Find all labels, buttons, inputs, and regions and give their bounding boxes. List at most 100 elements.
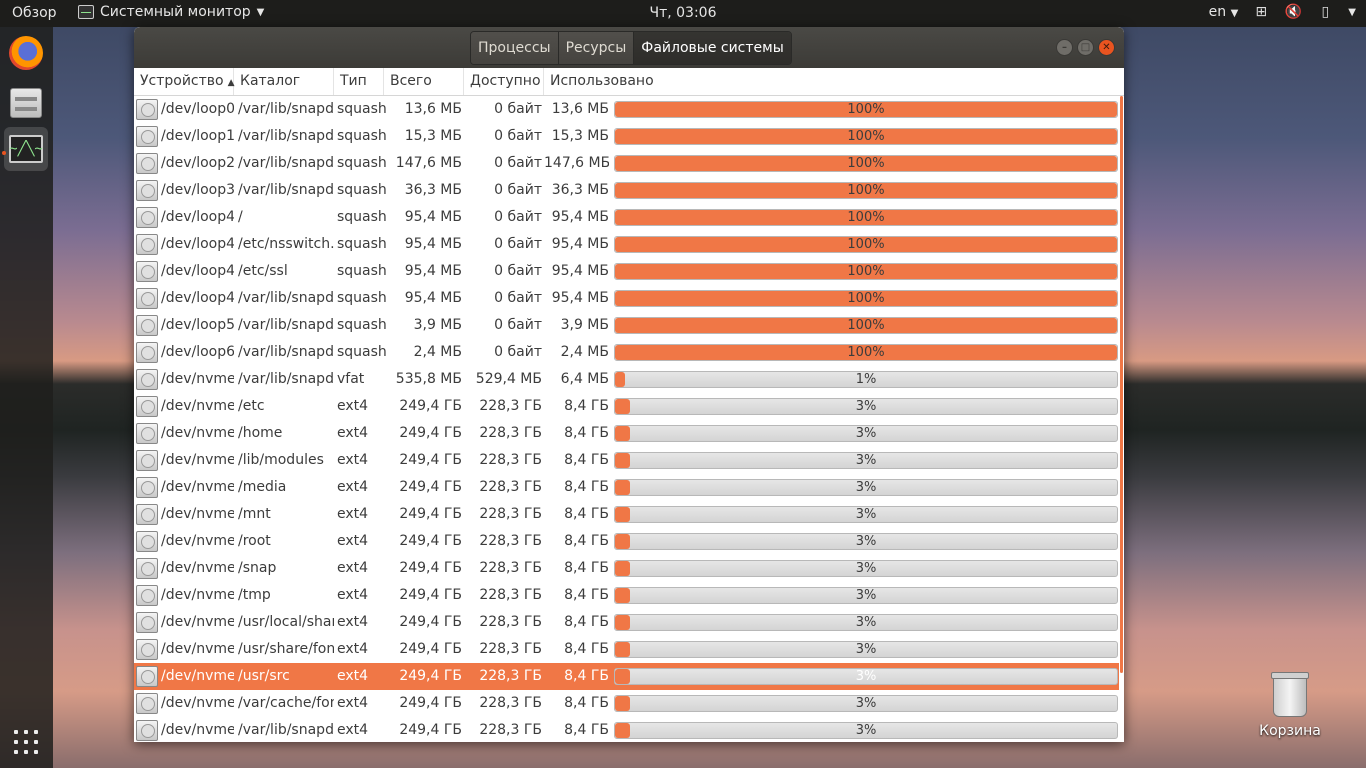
table-row[interactable]: /dev/nvme/mnt ext4 249,4 ГБ 228,3 ГБ 8,4 ГБ 3…	[134, 501, 1119, 528]
table-row[interactable]: /dev/loop4/ squashfs 95,4 МБ 0 байт 95,4 МБ 1…	[134, 204, 1119, 231]
close-button[interactable]: ✕	[1098, 39, 1115, 56]
table-row[interactable]: /dev/loop5/var/lib/snapdsquashfs 3,9 МБ 0 …	[134, 312, 1119, 339]
available-cell: 228,3 ГБ	[479, 533, 542, 549]
column-header-used[interactable]: Использовано	[544, 68, 1124, 95]
tab-resources[interactable]: Ресурсы	[558, 32, 635, 64]
table-row[interactable]: /dev/loop3/var/lib/snapdsquashfs 36,3 МБ 0…	[134, 177, 1119, 204]
drive-icon	[136, 693, 158, 715]
dock: ~╱╲~	[0, 27, 53, 768]
table-row[interactable]: /dev/nvme/usr/local/shareext4 249,4 ГБ 228…	[134, 609, 1119, 636]
tab-file-systems[interactable]: Файловые системы	[634, 32, 791, 64]
type-cell: ext4	[337, 614, 369, 630]
app-menu[interactable]: Системный монитор ▼	[78, 4, 264, 20]
table-row[interactable]: /dev/nvme/var/lib/snapd vfat 535,8 МБ 529,4…	[134, 366, 1119, 393]
table-row[interactable]: /dev/nvme/var/cache/fontconfigext4 249,4 …	[134, 690, 1119, 717]
mount-cell: /root	[238, 533, 271, 549]
dock-item-system-monitor[interactable]: ~╱╲~	[4, 127, 48, 171]
table-row[interactable]: /dev/nvme/usr/src ext4 249,4 ГБ 228,3 ГБ 8,4…	[134, 663, 1119, 690]
grid-dot	[14, 730, 18, 734]
title-bar[interactable]: Процессы Ресурсы Файловые системы – □ ✕	[134, 27, 1124, 68]
device-cell: /dev/loop6	[161, 344, 234, 360]
minimize-button[interactable]: –	[1056, 39, 1073, 56]
top-bar: Обзор Системный монитор ▼ Чт, 03:06 en ▼…	[0, 0, 1366, 27]
clock[interactable]: Чт, 03:06	[650, 5, 717, 21]
usage-percent: 100%	[847, 264, 885, 279]
mount-cell: /var/lib/snapd	[238, 182, 334, 198]
column-header-total[interactable]: Всего	[384, 68, 464, 95]
table-row[interactable]: /dev/loop1/var/lib/snapdsquashfs 15,3 МБ 0…	[134, 123, 1119, 150]
usage-bar-cell: 1%	[614, 371, 1118, 388]
desktop-trash[interactable]: Корзина	[1258, 672, 1322, 739]
usage-percent: 1%	[855, 372, 877, 387]
grid-dot	[24, 750, 28, 754]
device-cell: /dev/nvme	[161, 452, 234, 468]
table-row[interactable]: /dev/nvme/snap ext4 249,4 ГБ 228,3 ГБ 8,4 ГБ…	[134, 555, 1119, 582]
table-row[interactable]: /dev/loop6/var/lib/snapdsquashfs 2,4 МБ 0 …	[134, 339, 1119, 366]
usage-percent: 3%	[855, 669, 877, 684]
show-applications-button[interactable]	[14, 730, 38, 754]
used-cell: 8,4 ГБ	[564, 641, 609, 657]
monitor-glyph: ~╱╲~	[9, 141, 43, 157]
drive-icon	[136, 423, 158, 445]
table-row[interactable]: /dev/loop2/var/lib/snapdsquashfs 147,6 МБ…	[134, 150, 1119, 177]
dock-item-files[interactable]	[4, 81, 48, 125]
device-cell: /dev/nvme	[161, 641, 234, 657]
network-icon[interactable]: ⊞	[1252, 3, 1270, 21]
volume-icon[interactable]: 🔇	[1284, 3, 1302, 21]
drive-icon	[136, 99, 158, 121]
type-cell: ext4	[337, 506, 369, 522]
used-cell: 95,4 МБ	[551, 209, 609, 225]
usage-bar-cell: 100%	[614, 236, 1118, 253]
mount-cell: /var/lib/snapd	[238, 317, 334, 333]
usage-bar-cell: 3%	[614, 668, 1118, 685]
column-header-type[interactable]: Тип	[334, 68, 384, 95]
table-row[interactable]: /dev/nvme/home ext4 249,4 ГБ 228,3 ГБ 8,4 ГБ…	[134, 420, 1119, 447]
maximize-button[interactable]: □	[1077, 39, 1094, 56]
table-row[interactable]: /dev/nvme/var/lib/snapd ext4 249,4 ГБ 228,3…	[134, 717, 1119, 742]
drive-icon	[136, 369, 158, 391]
system-menu-chevron-icon[interactable]: ▼	[1348, 7, 1356, 18]
table-row[interactable]: /dev/nvme/lib/modules ext4 249,4 ГБ 228,3 Г…	[134, 447, 1119, 474]
tab-processes[interactable]: Процессы	[471, 32, 559, 64]
table-row[interactable]: /dev/loop4/etc/ssl squashfs 95,4 МБ 0 байт 9…	[134, 258, 1119, 285]
column-header-device[interactable]: Устройство ▲	[134, 68, 235, 95]
available-cell: 0 байт	[494, 344, 542, 360]
column-header-available[interactable]: Доступно	[464, 68, 544, 95]
total-cell: 249,4 ГБ	[399, 425, 462, 441]
table-row[interactable]: /dev/nvme/etc ext4 249,4 ГБ 228,3 ГБ 8,4 ГБ 3…	[134, 393, 1119, 420]
total-cell: 95,4 МБ	[404, 290, 462, 306]
used-cell: 95,4 МБ	[551, 290, 609, 306]
usage-percent: 100%	[847, 345, 885, 360]
drive-icon	[136, 720, 158, 742]
device-cell: /dev/loop1	[161, 128, 234, 144]
table-row[interactable]: /dev/loop4/etc/nsswitch.confsquashfs 95,4…	[134, 231, 1119, 258]
table-row[interactable]: /dev/nvme/root ext4 249,4 ГБ 228,3 ГБ 8,4 ГБ…	[134, 528, 1119, 555]
drive-glyph	[136, 153, 158, 174]
mount-cell: /usr/local/share	[238, 614, 334, 630]
table-row[interactable]: /dev/loop0/var/lib/snapdsquashfs 13,6 МБ 0…	[134, 96, 1119, 123]
window-controls: – □ ✕	[1056, 39, 1115, 56]
battery-icon[interactable]: ▯	[1316, 3, 1334, 21]
language-selector[interactable]: en ▼	[1209, 4, 1239, 20]
usage-bar-cell: 100%	[614, 344, 1118, 361]
usage-percent: 100%	[847, 183, 885, 198]
table-row[interactable]: /dev/nvme/usr/share/fontsext4 249,4 ГБ 228…	[134, 636, 1119, 663]
column-header-mount[interactable]: Каталог	[234, 68, 334, 95]
available-cell: 228,3 ГБ	[479, 695, 542, 711]
table-row[interactable]: /dev/nvme/media ext4 249,4 ГБ 228,3 ГБ 8,4 Г…	[134, 474, 1119, 501]
grid-dot	[34, 750, 38, 754]
activities-button[interactable]: Обзор	[12, 5, 57, 21]
scrollbar[interactable]	[1120, 96, 1123, 673]
device-cell: /dev/nvme	[161, 371, 234, 387]
trash-icon	[1271, 672, 1309, 717]
table-row[interactable]: /dev/loop4/var/lib/snapdsquashfs 95,4 МБ 0…	[134, 285, 1119, 312]
usage-progress-bar: 100%	[614, 263, 1118, 280]
drive-glyph	[136, 315, 158, 336]
usage-progress-bar: 3%	[614, 722, 1118, 739]
available-cell: 0 байт	[494, 182, 542, 198]
total-cell: 249,4 ГБ	[399, 398, 462, 414]
dock-item-firefox[interactable]	[4, 31, 48, 75]
column-header-label: Устройство	[140, 73, 224, 89]
table-row[interactable]: /dev/nvme/tmp ext4 249,4 ГБ 228,3 ГБ 8,4 ГБ 3…	[134, 582, 1119, 609]
total-cell: 249,4 ГБ	[399, 587, 462, 603]
